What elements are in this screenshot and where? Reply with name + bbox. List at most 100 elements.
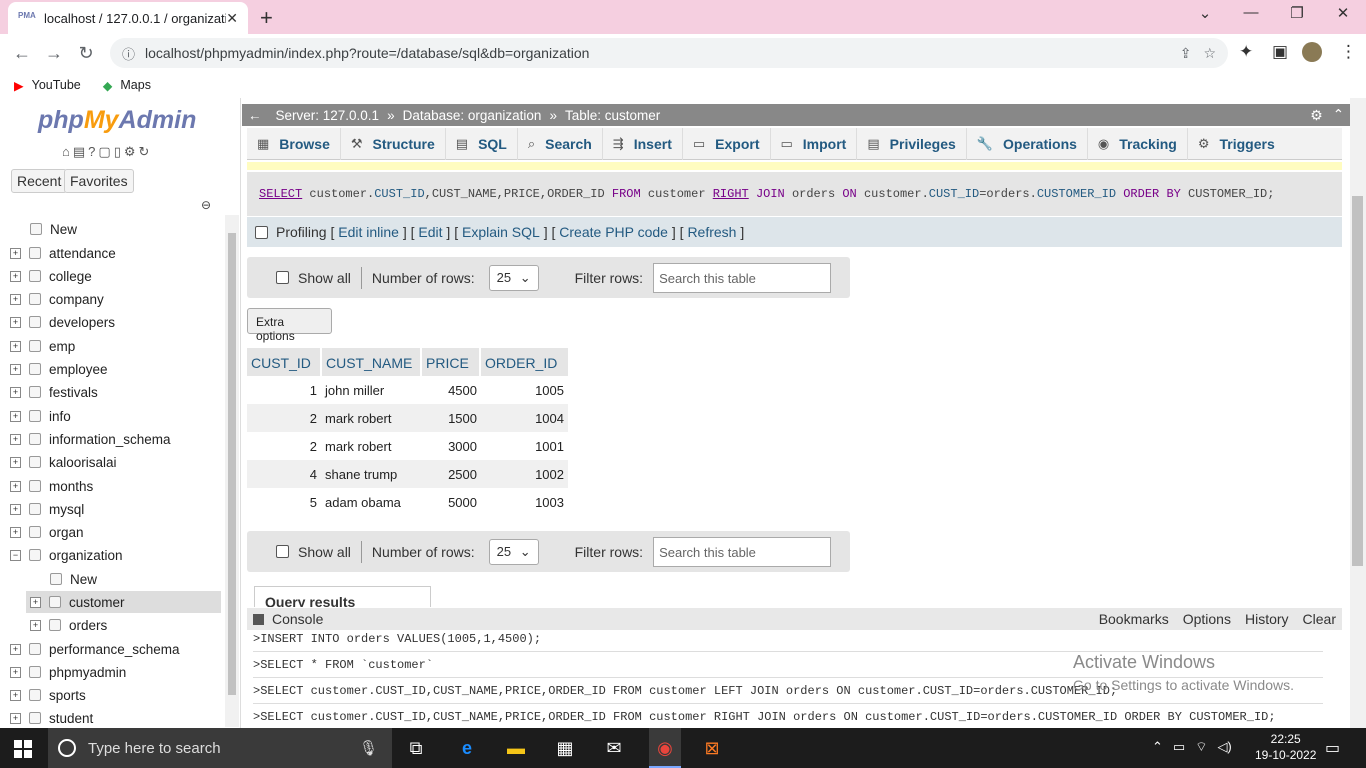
tree-db-performance-schema[interactable]: + performance_schema <box>10 639 180 659</box>
home-icon[interactable]: ⌂ <box>62 144 70 160</box>
expand-icon[interactable]: + <box>30 596 41 608</box>
explain-sql-link[interactable]: Explain SQL <box>462 224 540 240</box>
console-query-line[interactable]: >INSERT INTO orders VALUES(1005,1,4500); <box>253 632 541 646</box>
xampp-icon[interactable]: ⊠ <box>698 734 726 762</box>
tree-new-database[interactable]: New <box>30 219 77 239</box>
tree-db-emp[interactable]: + emp <box>10 336 75 356</box>
console-header[interactable]: Console Bookmarks Options History Clear <box>247 608 1342 630</box>
filter-rows-input[interactable]: Search this table <box>653 262 832 293</box>
collapse-icon[interactable]: − <box>10 549 21 561</box>
expand-icon[interactable]: + <box>10 270 21 282</box>
table-row[interactable]: 2 mark robert 3000 1001 <box>247 432 568 460</box>
browser-tab[interactable]: PMA localhost / 127.0.0.1 / organizatio … <box>8 2 248 34</box>
table-row[interactable]: 4 shane trump 2500 1002 <box>247 460 568 488</box>
tree-db-company[interactable]: + company <box>10 289 104 309</box>
column-header-cust-name[interactable]: CUST_NAME <box>322 348 420 376</box>
tree-db-attendance[interactable]: + attendance <box>10 243 116 263</box>
tab-import[interactable]: ▭ Import <box>771 127 858 160</box>
console-clear-button[interactable]: Clear <box>1303 611 1336 627</box>
table-row[interactable]: 5 adam obama 5000 1003 <box>247 488 568 516</box>
console-history-button[interactable]: History <box>1245 611 1289 627</box>
volume-icon[interactable]: ◁) <box>1217 739 1231 755</box>
tree-db-mysql[interactable]: + mysql <box>10 499 84 519</box>
mail-icon[interactable]: ✉ <box>600 734 628 762</box>
console-query-line[interactable]: >SELECT * FROM `customer` <box>253 658 433 672</box>
tab-export[interactable]: ▭ Export <box>683 127 771 160</box>
extra-options-button[interactable]: Extra options <box>247 308 332 343</box>
expand-icon[interactable]: + <box>10 316 21 328</box>
tree-db-college[interactable]: + college <box>10 266 92 286</box>
column-header-order-id[interactable]: ORDER_ID <box>481 348 568 376</box>
breadcrumb-database[interactable]: Database: organization <box>403 108 542 123</box>
microphone-icon[interactable]: 🎙 <box>359 739 378 757</box>
tree-db-employee[interactable]: + employee <box>10 359 108 379</box>
extensions-icon[interactable]: ✦ <box>1239 42 1253 62</box>
expand-icon[interactable]: + <box>10 247 21 259</box>
tray-chevron-icon[interactable]: ⌃ <box>1152 739 1163 755</box>
edit-inline-link[interactable]: Edit inline <box>338 224 399 240</box>
bookmark-maps[interactable]: ◆ Maps <box>103 78 151 93</box>
navigation-scrollbar[interactable] <box>225 215 239 727</box>
back-arrow-icon[interactable]: ← <box>6 43 38 64</box>
expand-icon[interactable]: + <box>10 643 21 655</box>
expand-icon[interactable]: + <box>30 619 41 631</box>
file-explorer-icon[interactable]: ▬ <box>502 734 530 762</box>
table-row[interactable]: 2 mark robert 1500 1004 <box>247 404 568 432</box>
info-icon[interactable]: ⓘ <box>122 44 135 63</box>
expand-icon[interactable]: + <box>10 526 21 538</box>
minimize-button[interactable]: — <box>1228 4 1274 21</box>
taskbar-search-box[interactable]: Type here to search 🎙 <box>48 728 392 768</box>
bookmark-youtube[interactable]: ▶ YouTube <box>14 78 81 93</box>
new-tab-button[interactable]: + <box>260 5 273 31</box>
tree-db-info[interactable]: + info <box>10 406 71 426</box>
tab-tracking[interactable]: ◉ Tracking <box>1088 127 1188 160</box>
tree-table-orders[interactable]: + orders <box>30 615 107 635</box>
expand-icon[interactable]: + <box>10 363 21 375</box>
task-view-icon[interactable]: ⧉ <box>402 734 430 762</box>
reload-icon[interactable]: ↻ <box>70 43 102 64</box>
refresh-link[interactable]: Refresh <box>687 224 736 240</box>
tree-db-developers[interactable]: + developers <box>10 312 115 332</box>
windows-start-icon[interactable] <box>14 740 32 758</box>
tab-structure[interactable]: ⚒ Structure <box>341 127 446 160</box>
number-of-rows-select[interactable]: 25 ⌄ <box>488 538 539 565</box>
favorites-button[interactable]: Favorites <box>64 169 134 193</box>
expand-icon[interactable]: + <box>10 293 21 305</box>
expand-icon[interactable]: + <box>10 480 21 492</box>
sql-keyword[interactable]: RIGHT <box>713 187 749 201</box>
docs-icon[interactable]: ▢ <box>98 144 110 160</box>
forward-arrow-icon[interactable]: → <box>38 43 70 64</box>
main-scrollbar[interactable] <box>1350 98 1366 728</box>
profiling-checkbox[interactable] <box>255 225 268 239</box>
filter-rows-input[interactable]: Search this table <box>653 536 832 567</box>
tab-browse[interactable]: ▦ Browse <box>247 127 341 160</box>
tab-search-chevron-icon[interactable]: ⌄ <box>1182 4 1228 22</box>
chrome-icon[interactable]: ◉ <box>649 728 681 768</box>
expand-icon[interactable]: + <box>10 666 21 678</box>
close-tab-icon[interactable]: ✕ <box>226 10 238 27</box>
phpmyadmin-logo[interactable]: phpMyAdmin <box>38 106 196 135</box>
breadcrumb-table[interactable]: Table: customer <box>565 108 660 123</box>
tab-sql[interactable]: ▤ SQL <box>446 127 518 160</box>
expand-icon[interactable]: + <box>10 340 21 352</box>
edge-icon[interactable]: e <box>453 734 481 762</box>
side-panel-icon[interactable]: ▣ <box>1272 42 1288 62</box>
reload-nav-icon[interactable]: ↻ <box>139 144 150 160</box>
bookmark-star-icon[interactable]: ☆ <box>1203 45 1216 62</box>
column-header-price[interactable]: PRICE <box>422 348 479 376</box>
console-query-line[interactable]: >SELECT customer.CUST_ID,CUST_NAME,PRICE… <box>253 684 1117 698</box>
expand-icon[interactable]: + <box>10 410 21 422</box>
tree-db-organization[interactable]: − organization <box>10 545 123 565</box>
tree-db-information-schema[interactable]: + information_schema <box>10 429 171 449</box>
taskbar-clock[interactable]: 22:25 19-10-2022 <box>1255 731 1316 763</box>
table-row[interactable]: 1 john miller 4500 1005 <box>247 376 568 404</box>
show-all-checkbox[interactable] <box>276 545 289 558</box>
tab-triggers[interactable]: ⚙ Triggers <box>1188 128 1285 160</box>
tree-db-kaloorisalai[interactable]: + kaloorisalai <box>10 452 117 472</box>
profile-avatar[interactable] <box>1302 42 1322 62</box>
number-of-rows-select[interactable]: 25 ⌄ <box>488 264 539 291</box>
expand-icon[interactable]: + <box>10 433 21 445</box>
tab-search[interactable]: ⌕ Search <box>518 127 603 160</box>
show-all-checkbox[interactable] <box>276 271 289 284</box>
wifi-icon[interactable]: ⌔ <box>1195 739 1207 755</box>
